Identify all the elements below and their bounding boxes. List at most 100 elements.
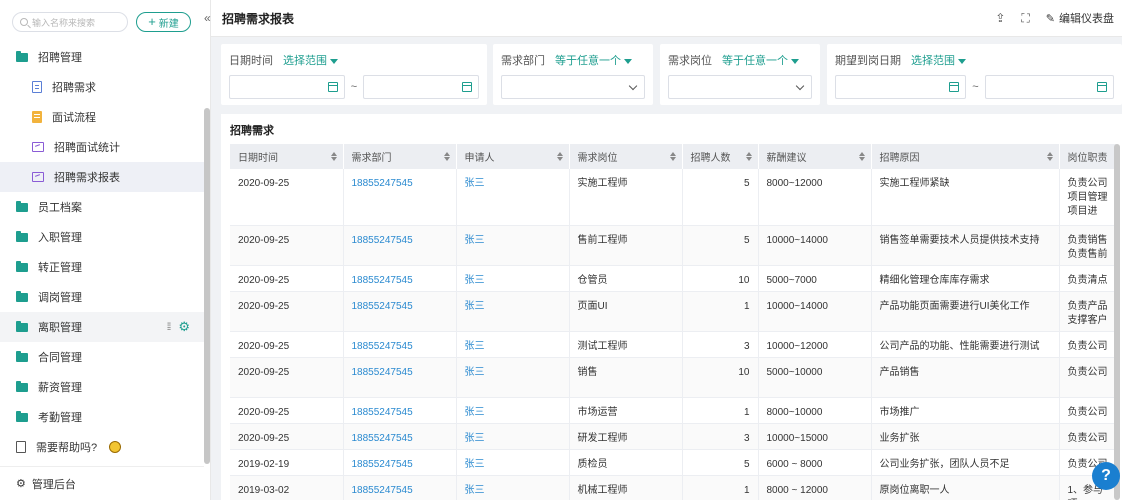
table-cell-applicant[interactable]: 张三 [456,449,570,476]
column-header-label: 日期时间 [238,153,278,164]
sidebar-item-contracts[interactable]: 合同管理 [0,342,204,372]
sidebar-nav: 招聘管理 招聘需求 面试流程 招聘面试统计 招聘需求报表 员工档案 入职管理 转… [0,42,204,462]
table-cell-dept[interactable]: 18855247545 [343,291,457,332]
column-header[interactable]: 薪酬建议 [758,144,872,169]
table-cell-dept[interactable]: 18855247545 [343,265,457,292]
table-cell-count: 10 [682,357,759,398]
arrival-start-input[interactable] [835,75,967,99]
sidebar-item-regularization[interactable]: 转正管理 [0,252,204,282]
table-cell-dept[interactable]: 18855247545 [343,449,457,476]
table-cell-dept[interactable]: 18855247545 [343,357,457,398]
table-cell-applicant[interactable]: 张三 [456,397,570,424]
search-input[interactable]: 输入名称来搜索 [12,12,128,32]
table-cell-applicant[interactable]: 张三 [456,225,570,266]
sidebar-item-interview-flow[interactable]: 面试流程 [0,102,204,132]
table-cell-dept[interactable]: 18855247545 [343,397,457,424]
column-header[interactable]: 需求部门 [343,144,457,169]
folder-icon [16,290,28,302]
table-cell-applicant[interactable]: 张三 [456,423,570,450]
chevron-down-icon [795,81,805,91]
table-row[interactable]: 2020-09-25 18855247545 张三 实施工程师 5 8000~12000 实… [230,169,1117,226]
table-cell-applicant[interactable]: 张三 [456,265,570,292]
sidebar-item-employee-files[interactable]: 员工档案 [0,192,204,222]
column-header-label: 需求岗位 [577,153,618,164]
sort-icon[interactable] [669,152,676,161]
sidebar-item-recruit-demand[interactable]: 招聘需求 [0,72,204,102]
table-cell-dept[interactable]: 18855247545 [343,225,457,266]
table-cell-applicant[interactable]: 张三 [456,331,570,358]
date-end-input[interactable] [363,75,479,99]
table-row[interactable]: 2020-09-25 18855247545 张三 售前工程师 5 10000~14000… [230,225,1117,266]
table-cell-applicant[interactable]: 张三 [456,475,570,500]
arrival-end-input[interactable] [984,75,1114,99]
dept-select[interactable] [501,75,645,99]
sidebar-scrollbar[interactable] [204,108,210,464]
table-row[interactable]: 2020-09-25 18855247545 张三 市场运营 1 8000~10000 市场… [230,397,1117,424]
filter-mode-dropdown[interactable]: 选择范围 [911,52,966,68]
sidebar-item-interview-stats[interactable]: 招聘面试统计 [0,132,204,162]
share-icon[interactable]: ⇪ [995,11,1005,25]
table-header-row: 日期时间 需求部门 申请人 需求岗位 招聘人数 薪酬建议 招聘原因 岗位职责 [230,144,1117,169]
sort-icon[interactable] [443,152,450,161]
column-header[interactable]: 日期时间 [230,144,344,169]
document-icon [32,81,42,93]
column-header[interactable]: 招聘人数 [682,144,759,169]
edit-dashboard-button[interactable]: ✎ 编辑仪表盘 [1046,10,1114,26]
sort-icon[interactable] [556,152,563,161]
fullscreen-icon[interactable]: ⛶ [1021,11,1029,26]
table-cell-applicant[interactable]: 张三 [456,169,570,226]
sidebar-item-transfer[interactable]: 调岗管理 [0,282,204,312]
help-button[interactable]: ? [1092,462,1120,490]
table-cell-applicant[interactable]: 张三 [456,291,570,332]
table-row[interactable]: 2019-02-19 18855247545 张三 质检员 5 6000 ~ 8000 公司… [230,449,1117,476]
post-select[interactable] [668,75,812,99]
collapse-sidebar-icon[interactable]: « [204,11,211,25]
table-row[interactable]: 2019-03-02 18855247545 张三 机械工程师 1 8000 ~ 1200… [230,475,1117,500]
table-cell-duty: 负责清点 [1059,265,1117,292]
drag-handle-icon[interactable]: ⁞⁞ [167,322,171,333]
sidebar-item-onboarding[interactable]: 入职管理 [0,222,204,252]
filter-mode-dropdown[interactable]: 等于任意一个 [722,52,799,68]
folder-icon [16,50,28,62]
table-cell-dept[interactable]: 18855247545 [343,169,457,226]
calendar-icon [949,82,960,92]
column-header[interactable]: 岗位职责 [1059,144,1117,169]
sidebar-group-recruitment[interactable]: 招聘管理 [0,42,204,72]
table-cell-post: 机械工程师 [569,475,683,500]
sort-icon[interactable] [330,152,337,161]
sidebar-item-resignation[interactable]: 离职管理 ⁞⁞ ⚙ [0,312,204,342]
admin-link[interactable]: ⚙ 管理后台 [0,466,204,500]
sidebar-item-demand-report[interactable]: 招聘需求报表 [0,162,204,192]
table-cell-dept[interactable]: 18855247545 [343,331,457,358]
report-panel: 招聘需求 日期时间 需求部门 申请人 需求岗位 招聘人数 薪酬建议 招聘原因 岗… [221,114,1122,500]
filter-mode-dropdown[interactable]: 等于任意一个 [555,52,632,68]
table-cell-reason: 精细化管理仓库库存需求 [871,265,1060,292]
filter-label: 期望到岗日期 [835,55,901,67]
column-header[interactable]: 需求岗位 [569,144,683,169]
sidebar-item-help[interactable]: 需要帮助吗? [0,432,204,462]
new-button-label: 新建 [158,18,179,30]
sidebar-item-label: 招聘管理 [38,52,82,64]
new-button[interactable]: + 新建 [136,12,191,32]
gear-icon[interactable]: ⚙ [178,319,190,335]
sidebar-item-attendance[interactable]: 考勤管理 [0,402,204,432]
column-header[interactable]: 申请人 [456,144,570,169]
table-row[interactable]: 2020-09-25 18855247545 张三 测试工程师 3 10000~12000… [230,331,1117,358]
table-scrollbar[interactable] [1114,144,1120,500]
table-cell-dept[interactable]: 18855247545 [343,475,457,500]
search-placeholder: 输入名称来搜索 [32,17,96,28]
table-row[interactable]: 2020-09-25 18855247545 张三 研发工程师 3 10000~15000… [230,423,1117,450]
table-row[interactable]: 2020-09-25 18855247545 张三 销售 10 5000~10000 产品销… [230,357,1117,398]
table-cell-dept[interactable]: 18855247545 [343,423,457,450]
table-row[interactable]: 2020-09-25 18855247545 张三 页面UI 1 10000~14000 产… [230,291,1117,332]
date-start-input[interactable] [229,75,345,99]
column-header[interactable]: 招聘原因 [871,144,1060,169]
sort-icon[interactable] [1046,152,1053,161]
filter-mode-dropdown[interactable]: 选择范围 [283,52,338,68]
sort-icon[interactable] [858,152,865,161]
table-cell-post: 市场运营 [569,397,683,424]
table-row[interactable]: 2020-09-25 18855247545 张三 仓管员 10 5000~7000 精细化… [230,265,1117,292]
sort-icon[interactable] [745,152,752,161]
sidebar-item-payroll[interactable]: 薪资管理 [0,372,204,402]
table-cell-applicant[interactable]: 张三 [456,357,570,398]
